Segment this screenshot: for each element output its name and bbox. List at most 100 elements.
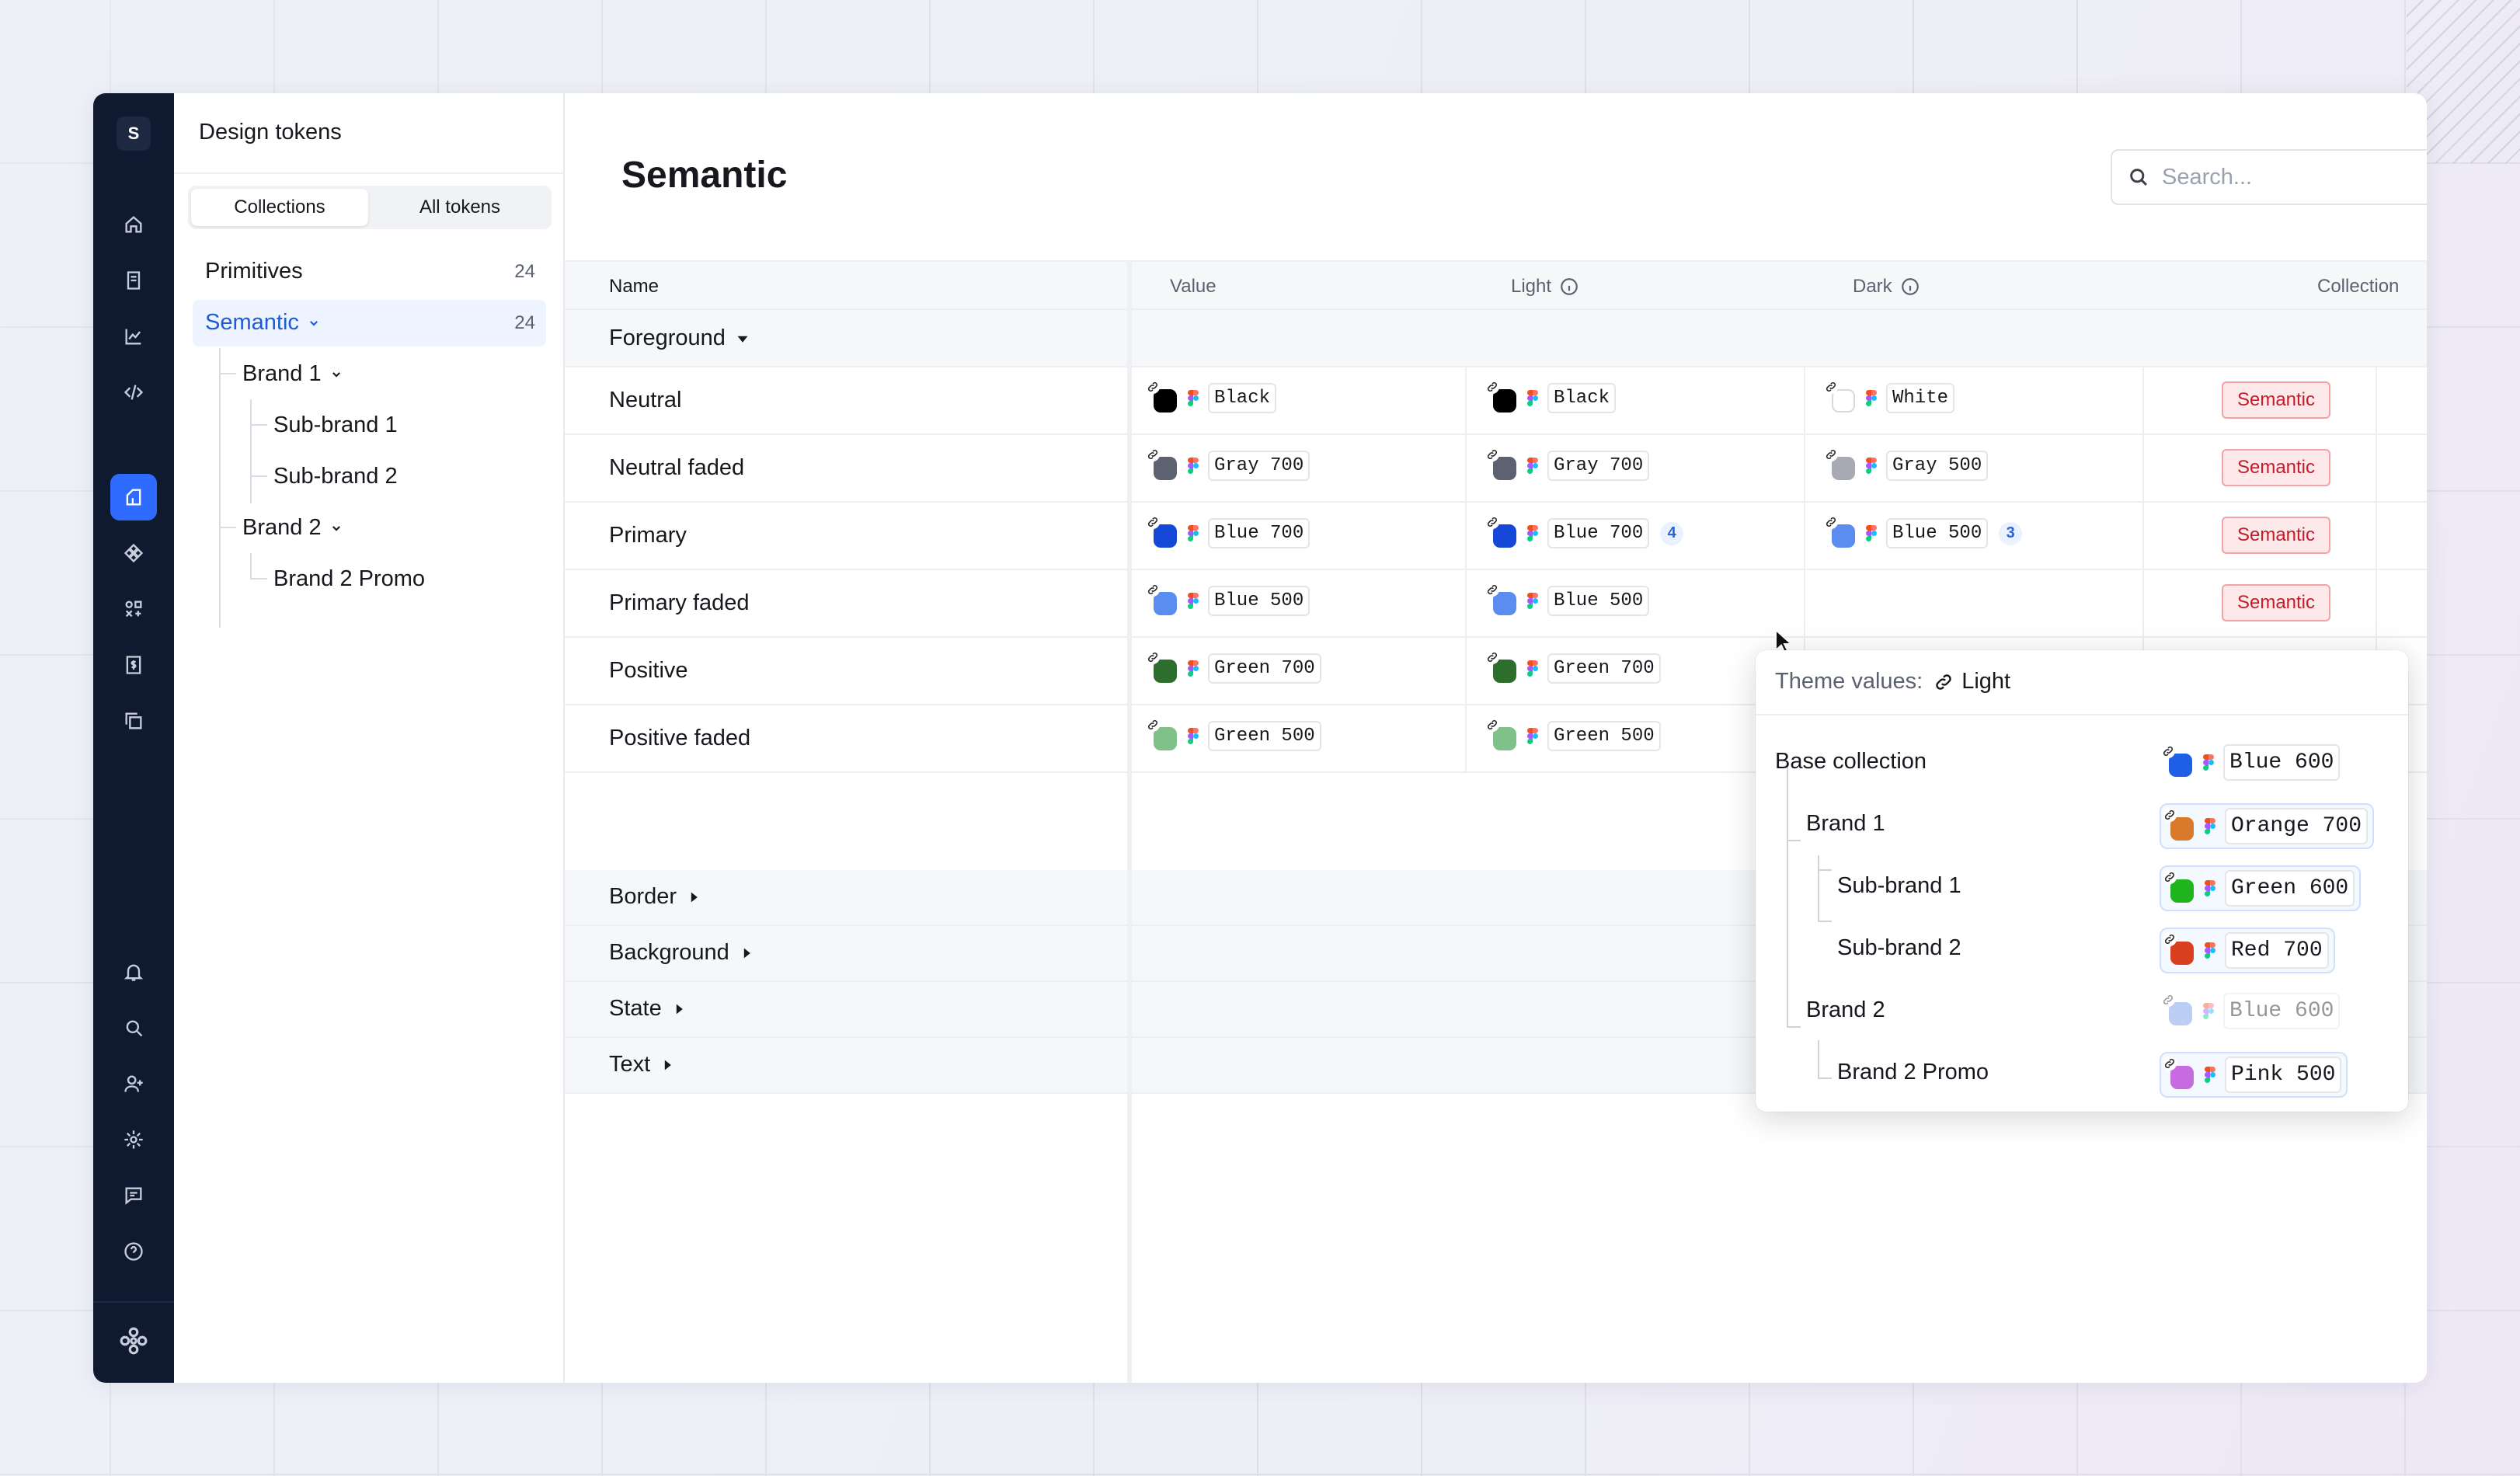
chevron-down-icon[interactable]: [331, 523, 342, 534]
token-chip: Blue 700: [1547, 518, 1650, 548]
collection-badge[interactable]: Semantic: [2222, 517, 2330, 554]
token-ref[interactable]: Green 700: [1146, 649, 1321, 684]
column-header-light[interactable]: Light: [1511, 276, 1579, 298]
caret-right-icon[interactable]: [687, 891, 700, 903]
column-header-dark[interactable]: Dark: [1853, 276, 1920, 298]
token-ref[interactable]: Green 500: [1146, 717, 1321, 751]
tree-item-primitives[interactable]: Primitives 24: [205, 259, 565, 284]
tree-item-brand-2[interactable]: Brand 2: [242, 515, 342, 541]
token-ref[interactable]: Blue 500 3: [1824, 514, 2023, 548]
code-icon[interactable]: [110, 369, 157, 416]
dark-cell[interactable]: White: [1805, 367, 2144, 433]
tree-line: [250, 399, 252, 503]
token-ref[interactable]: Gray 500: [1824, 447, 1989, 481]
popover-token-ref[interactable]: Blue 600: [2160, 741, 2344, 784]
chat-icon[interactable]: [110, 1172, 157, 1219]
add-user-icon[interactable]: [110, 1060, 157, 1107]
token-chip: Green 500: [1547, 721, 1661, 751]
popover-token-ref[interactable]: Green 600: [2160, 865, 2362, 911]
copy-icon[interactable]: [110, 698, 157, 744]
tree-item-brand-1[interactable]: Brand 1: [242, 361, 342, 387]
light-cell[interactable]: Blue 700 4: [1467, 503, 1805, 569]
chevron-down-icon[interactable]: [331, 369, 342, 380]
popover-token-ref[interactable]: Orange 700: [2160, 803, 2375, 849]
value-cell[interactable]: Green 500: [1127, 705, 1467, 771]
popover-token-ref[interactable]: Pink 500: [2160, 1052, 2348, 1098]
component-icon[interactable]: [110, 530, 157, 576]
home-icon[interactable]: [110, 201, 157, 248]
gear-icon[interactable]: [110, 1116, 157, 1163]
override-count[interactable]: 4: [1660, 521, 1684, 545]
chart-icon[interactable]: [110, 313, 157, 360]
value-cell[interactable]: Gray 700: [1127, 435, 1467, 501]
light-cell[interactable]: Green 700: [1467, 638, 1805, 704]
table-row[interactable]: Neutral faded Gray 700 Gray 700 Gray 500 Sem…: [565, 435, 2427, 503]
token-ref[interactable]: Blue 700: [1146, 514, 1310, 548]
value-cell[interactable]: Black: [1127, 367, 1467, 433]
workspace-avatar[interactable]: S: [117, 117, 151, 151]
light-cell[interactable]: Blue 500: [1467, 570, 1805, 636]
info-icon[interactable]: [1900, 277, 1920, 297]
tree-item-brand-2-promo[interactable]: Brand 2 Promo: [273, 566, 425, 592]
caret-right-icon[interactable]: [661, 1059, 674, 1071]
popover-token-ref[interactable]: Blue 600: [2160, 990, 2344, 1032]
token-ref[interactable]: White: [1824, 379, 1955, 413]
search-icon[interactable]: [110, 1004, 157, 1051]
token-ref[interactable]: Green 500: [1485, 717, 1661, 751]
token-chip: White: [1886, 383, 1955, 413]
tokens-icon[interactable]: [110, 474, 157, 520]
collection-badge[interactable]: Semantic: [2222, 449, 2330, 486]
light-cell[interactable]: Black: [1467, 367, 1805, 433]
column-header-name[interactable]: Name: [609, 276, 659, 298]
override-count[interactable]: 3: [1999, 521, 2023, 545]
token-ref[interactable]: Black: [1146, 379, 1277, 413]
caret-right-icon[interactable]: [673, 1003, 685, 1015]
flower-logo-icon[interactable]: [110, 1318, 157, 1364]
column-header-value[interactable]: Value: [1170, 276, 1216, 298]
help-icon[interactable]: [110, 1228, 157, 1275]
tab-collections[interactable]: Collections: [191, 189, 368, 226]
token-ref[interactable]: Blue 500: [1146, 582, 1310, 616]
tab-all-tokens[interactable]: All tokens: [371, 189, 548, 226]
chevron-down-icon[interactable]: [308, 318, 319, 329]
dark-cell[interactable]: Gray 500: [1805, 435, 2144, 501]
table-row[interactable]: Primary Blue 700 Blue 700 4 Blue 500 3 Semanti…: [565, 503, 2427, 570]
token-ref[interactable]: Blue 500: [1485, 582, 1650, 616]
value-cell[interactable]: Blue 700: [1127, 503, 1467, 569]
collection-badge[interactable]: Semantic: [2222, 381, 2330, 419]
token-ref[interactable]: Black: [1485, 379, 1617, 413]
dark-cell[interactable]: Blue 500 3: [1805, 503, 2144, 569]
token-ref[interactable]: Gray 700: [1146, 447, 1310, 481]
shapes-icon[interactable]: [110, 586, 157, 632]
tree-item-semantic[interactable]: Semantic 24: [205, 310, 565, 336]
dark-cell[interactable]: [1805, 570, 2144, 636]
figma-icon: [1527, 389, 1538, 407]
caret-down-icon[interactable]: [736, 332, 749, 345]
tree-item-sub-brand-1[interactable]: Sub-brand 1: [273, 413, 398, 438]
light-cell[interactable]: Gray 700: [1467, 435, 1805, 501]
token-ref[interactable]: Green 700: [1485, 649, 1661, 684]
search-field[interactable]: [2111, 149, 2427, 205]
popover-token-ref[interactable]: Red 700: [2160, 928, 2335, 973]
link-icon: [1936, 674, 1951, 690]
dollar-doc-icon[interactable]: [110, 642, 157, 688]
search-input[interactable]: [2162, 164, 2427, 190]
value-cell[interactable]: Blue 500: [1127, 570, 1467, 636]
token-ref[interactable]: Blue 700 4: [1485, 514, 1684, 548]
figma-icon: [1188, 727, 1199, 745]
table-row[interactable]: Primary faded Blue 500 Blue 500 Semantic: [565, 570, 2427, 638]
collection-badge[interactable]: Semantic: [2222, 584, 2330, 621]
bell-icon[interactable]: [110, 949, 157, 995]
column-header-collection[interactable]: Collection: [2317, 276, 2399, 298]
caret-right-icon[interactable]: [740, 947, 753, 959]
token-chip: Green 600: [2225, 870, 2355, 907]
light-cell[interactable]: Green 500: [1467, 705, 1805, 771]
token-ref[interactable]: Gray 700: [1485, 447, 1650, 481]
book-icon[interactable]: [110, 257, 157, 304]
popover-collection-name: Sub-brand 1: [1837, 873, 1961, 898]
value-cell[interactable]: Green 700: [1127, 638, 1467, 704]
group-row-foreground[interactable]: Foreground: [565, 310, 2427, 367]
info-icon[interactable]: [1559, 277, 1579, 297]
table-row[interactable]: Neutral Black Black White Semantic: [565, 367, 2427, 435]
tree-item-sub-brand-2[interactable]: Sub-brand 2: [273, 464, 398, 489]
